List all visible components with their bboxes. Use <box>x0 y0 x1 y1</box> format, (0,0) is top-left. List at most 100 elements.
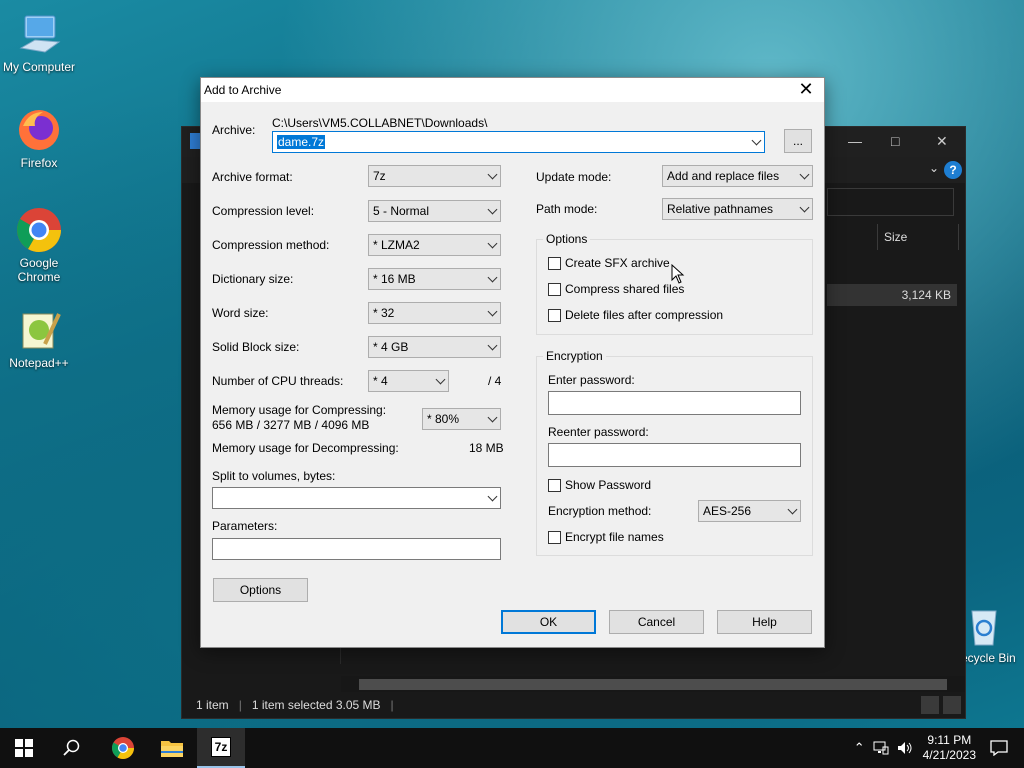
chevron-down-icon[interactable] <box>489 168 496 181</box>
desktop-icon-notepad-plus-plus[interactable]: Notepad++ <box>1 306 77 370</box>
solid-block-size-select[interactable]: * 4 GB <box>368 336 501 358</box>
parameters-input[interactable] <box>212 538 501 560</box>
create-sfx-label[interactable]: Create SFX archive <box>565 256 670 270</box>
checkbox-box[interactable] <box>548 530 561 544</box>
archive-format-value: 7z <box>373 169 386 183</box>
status-item-count: 1 item <box>196 698 229 712</box>
word-size-label: Word size: <box>212 306 269 320</box>
dictionary-size-select[interactable]: * 16 MB <box>368 268 501 290</box>
explorer-status-bar: 1 item | 1 item selected 3.05 MB | <box>182 692 965 718</box>
chevron-down-icon[interactable] <box>489 203 496 216</box>
archive-name-combobox[interactable]: dame.7z <box>272 131 765 153</box>
compression-level-select[interactable]: 5 - Normal <box>368 200 501 222</box>
encryption-method-select[interactable]: AES-256 <box>698 500 801 522</box>
memory-percent-value: * 80% <box>427 412 460 426</box>
clock[interactable]: 9:11 PM 4/21/2023 <box>923 733 976 763</box>
status-separator: | <box>238 698 242 712</box>
password-input[interactable] <box>548 391 801 415</box>
checkbox-box[interactable] <box>548 282 561 296</box>
archive-name-value[interactable]: dame.7z <box>277 135 326 149</box>
update-mode-value: Add and replace files <box>667 169 780 183</box>
chevron-down-icon[interactable] <box>489 237 496 250</box>
chevron-down-icon[interactable] <box>489 305 496 318</box>
dictionary-size-value: * 16 MB <box>373 272 416 286</box>
show-password-label[interactable]: Show Password <box>565 478 651 492</box>
encryption-method-label: Encryption method: <box>548 504 652 518</box>
large-icons-view-icon[interactable] <box>943 696 961 714</box>
chevron-down-icon[interactable] <box>489 339 496 352</box>
chevron-down-icon[interactable] <box>789 503 796 516</box>
scrollbar-thumb[interactable] <box>359 679 947 690</box>
add-to-archive-dialog[interactable]: Add to Archive ✕ Archive: C:\Users\VM5.C… <box>200 77 825 648</box>
chevron-down-icon[interactable] <box>753 134 760 147</box>
cancel-button[interactable]: Cancel <box>609 610 704 634</box>
compression-method-select[interactable]: * LZMA2 <box>368 234 501 256</box>
options-button[interactable]: Options <box>213 578 308 602</box>
notification-icon[interactable] <box>990 740 1008 756</box>
compress-shared-label[interactable]: Compress shared files <box>565 282 684 296</box>
create-sfx-checkbox[interactable]: Create SFX archive <box>548 256 670 270</box>
close-icon[interactable]: ✕ <box>936 133 948 150</box>
search-icon <box>63 739 80 756</box>
chevron-down-icon[interactable] <box>437 373 444 386</box>
chevron-down-icon[interactable] <box>489 271 496 284</box>
network-icon[interactable] <box>873 741 889 755</box>
chevron-down-icon[interactable]: ⌄ <box>929 161 939 175</box>
cpu-threads-label: Number of CPU threads: <box>212 374 344 388</box>
enter-password-label: Enter password: <box>548 373 635 387</box>
volume-icon[interactable] <box>897 741 913 755</box>
chevron-down-icon[interactable] <box>801 201 808 214</box>
close-icon[interactable]: ✕ <box>794 79 818 101</box>
minimize-icon[interactable]: — <box>848 133 862 149</box>
taskbar-file-explorer[interactable] <box>148 728 196 768</box>
column-header-size[interactable]: Size <box>877 224 959 250</box>
search-button[interactable] <box>48 728 96 768</box>
encrypt-file-names-label[interactable]: Encrypt file names <box>565 530 664 544</box>
compression-method-value: * LZMA2 <box>373 238 420 252</box>
update-mode-select[interactable]: Add and replace files <box>662 165 813 187</box>
chevron-up-icon[interactable]: ⌃ <box>854 740 865 756</box>
horizontal-scrollbar[interactable] <box>341 676 965 692</box>
compress-shared-checkbox[interactable]: Compress shared files <box>548 282 684 296</box>
show-password-checkbox[interactable]: Show Password <box>548 478 651 492</box>
start-button[interactable] <box>0 728 48 768</box>
notepad-plus-plus-icon <box>15 306 63 354</box>
maximize-icon[interactable]: □ <box>891 133 899 149</box>
desktop-icon-firefox[interactable]: Firefox <box>1 106 77 170</box>
desktop-icon-my-computer[interactable]: My Computer <box>1 10 77 74</box>
details-view-icon[interactable] <box>921 696 939 714</box>
reenter-password-input[interactable] <box>548 443 801 467</box>
archive-format-select[interactable]: 7z <box>368 165 501 187</box>
word-size-select[interactable]: * 32 <box>368 302 501 324</box>
compression-level-label: Compression level: <box>212 204 315 218</box>
desktop-icon-google-chrome[interactable]: Google Chrome <box>1 206 77 284</box>
dialog-title-bar[interactable]: Add to Archive ✕ <box>201 78 824 102</box>
memory-compress-label: Memory usage for Compressing: <box>212 403 387 417</box>
archive-path: C:\Users\VM5.COLLABNET\Downloads\ <box>272 116 488 130</box>
checkbox-box[interactable] <box>548 256 561 270</box>
encrypt-file-names-checkbox[interactable]: Encrypt file names <box>548 530 664 544</box>
delete-after-compression-checkbox[interactable]: Delete files after compression <box>548 308 723 322</box>
browse-button[interactable]: ... <box>784 129 812 153</box>
help-button[interactable]: Help <box>717 610 812 634</box>
chevron-down-icon[interactable] <box>801 168 808 181</box>
checkbox-box[interactable] <box>548 478 561 492</box>
chevron-down-icon[interactable] <box>489 411 496 424</box>
cpu-threads-select[interactable]: * 4 <box>368 370 449 392</box>
file-row-size[interactable]: 3,124 KB <box>827 284 957 306</box>
taskbar-chrome[interactable] <box>99 728 147 768</box>
memory-percent-select[interactable]: * 80% <box>422 408 501 430</box>
delete-after-compression-label[interactable]: Delete files after compression <box>565 308 723 322</box>
chevron-down-icon[interactable] <box>489 490 496 503</box>
ok-button[interactable]: OK <box>501 610 596 634</box>
path-mode-select[interactable]: Relative pathnames <box>662 198 813 220</box>
search-input[interactable] <box>827 188 954 216</box>
chrome-icon <box>15 206 63 254</box>
help-icon[interactable]: ? <box>944 161 962 179</box>
solid-block-size-value: * 4 GB <box>373 340 409 354</box>
desktop-icon-label: Google Chrome <box>17 256 61 284</box>
split-volumes-combobox[interactable] <box>212 487 501 509</box>
word-size-value: * 32 <box>373 306 395 320</box>
checkbox-box[interactable] <box>548 308 561 322</box>
taskbar-7zip[interactable]: 7z <box>197 728 245 768</box>
